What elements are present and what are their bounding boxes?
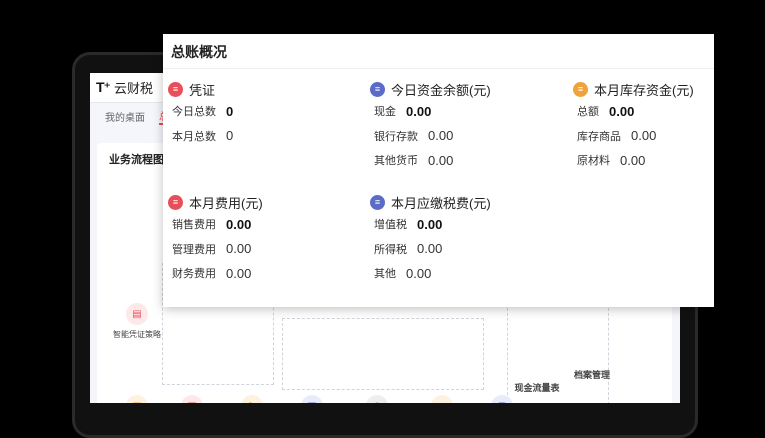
metric-label: 库存商品 bbox=[577, 130, 621, 143]
metric-label: 原材料 bbox=[577, 155, 610, 168]
overview-section: ≡ 今日资金余额(元) 现金 0.00 银行存款 0.00 其他货币 0.00 bbox=[370, 79, 560, 173]
metric-value: 0.00 bbox=[226, 265, 252, 281]
metric-row: 管理费用 0.00 bbox=[168, 237, 358, 262]
flow-node-label: 现金流量表 bbox=[514, 383, 560, 393]
metric-value: 0.00 bbox=[428, 152, 454, 168]
metric-row: 本月总数 0 bbox=[168, 124, 358, 149]
metric-value: 0.00 bbox=[406, 103, 432, 119]
metric-value: 0.00 bbox=[226, 216, 252, 232]
flow-node[interactable]: ◈期间损益结转 bbox=[412, 395, 472, 403]
section-header: ≡ 本月库存资金(元) bbox=[573, 79, 763, 99]
metric-value: 0.00 bbox=[609, 103, 635, 119]
flow-node[interactable]: 现金流量表 bbox=[507, 381, 567, 394]
tab-my-desktop[interactable]: 我的桌面 bbox=[105, 109, 145, 124]
section-header: ≡ 本月应缴税费(元) bbox=[370, 192, 560, 212]
metric-label: 本月总数 bbox=[172, 130, 216, 143]
flow-node-icon: ▣ bbox=[301, 395, 323, 403]
metric-row: 银行存款 0.00 bbox=[370, 124, 560, 149]
metric-label: 所得税 bbox=[374, 243, 407, 256]
flow-node-label: 智能凭证策略 bbox=[113, 330, 161, 339]
metric-label: 今日总数 bbox=[172, 106, 216, 119]
metric-value: 0.00 bbox=[226, 241, 252, 257]
overview-section: ≡ 本月应缴税费(元) 增值税 0.00 所得税 0.00 其他 0.00 bbox=[370, 192, 560, 286]
list-icon: ≡ bbox=[168, 194, 183, 210]
metric-row: 财务费用 0.00 bbox=[168, 261, 358, 286]
metric-label: 总额 bbox=[577, 106, 599, 119]
metric-value: 0.00 bbox=[406, 265, 432, 281]
flow-node-icon: ▤ bbox=[126, 303, 148, 325]
flow-node[interactable]: 档案管理 bbox=[562, 368, 622, 381]
metric-row: 今日总数 0 bbox=[168, 99, 358, 124]
list-icon: ≡ bbox=[370, 194, 385, 210]
app-name: 云财税 bbox=[113, 81, 153, 96]
metric-label: 管理费用 bbox=[172, 243, 216, 256]
metric-row: 现金 0.00 bbox=[370, 99, 560, 124]
section-title: 本月应缴税费(元) bbox=[391, 195, 491, 211]
ledger-overview-panel: 总账概况 ≡ 凭证今日总数 0 本月总数 0 ≡ 今日资金余额(元) 现金 0.00 银行存款 0.… bbox=[163, 34, 714, 307]
metric-row: 所得税 0.00 bbox=[370, 237, 560, 262]
app-logo: T⁺ bbox=[96, 79, 111, 95]
overview-section: ≡ 凭证今日总数 0 本月总数 0 bbox=[168, 79, 358, 148]
flow-node-icon: ▥ bbox=[126, 395, 148, 403]
flow-node[interactable]: ▣往来核销 bbox=[282, 395, 342, 403]
list-icon: ≡ bbox=[168, 81, 183, 97]
metric-value: 0.00 bbox=[417, 241, 443, 257]
metric-label: 其他货币 bbox=[374, 155, 418, 168]
metric-row: 其他货币 0.00 bbox=[370, 148, 560, 173]
metric-value: 0.00 bbox=[417, 216, 443, 232]
section-header: ≡ 本月费用(元) bbox=[168, 192, 358, 212]
flow-node-icon: ◎ bbox=[366, 395, 388, 403]
metric-value: 0.00 bbox=[631, 128, 657, 144]
section-title: 凭证 bbox=[189, 82, 216, 98]
metric-label: 其他 bbox=[374, 268, 396, 281]
flow-node-icon: ✎ bbox=[241, 395, 263, 403]
section-header: ≡ 凭证 bbox=[168, 79, 358, 99]
metric-value: 0.00 bbox=[620, 152, 646, 168]
metric-row: 库存商品 0.00 bbox=[573, 124, 763, 149]
metric-value: 0 bbox=[226, 128, 234, 144]
metric-value: 0.00 bbox=[428, 128, 454, 144]
section-title: 本月库存资金(元) bbox=[594, 82, 694, 98]
flow-node-icon: ◈ bbox=[431, 395, 453, 403]
flow-node[interactable]: ◎汇兑损益结转 bbox=[347, 395, 407, 403]
flow-node-icon: ▦ bbox=[181, 395, 203, 403]
metric-row: 增值税 0.00 bbox=[370, 212, 560, 237]
metric-row: 原材料 0.00 bbox=[573, 148, 763, 173]
metric-label: 增值税 bbox=[374, 219, 407, 232]
flow-node[interactable]: ▦单据生凭证 bbox=[162, 395, 222, 403]
metric-label: 财务费用 bbox=[172, 268, 216, 281]
panel-title: 总账概况 bbox=[171, 44, 227, 60]
section-header: ≡ 今日资金余额(元) bbox=[370, 79, 560, 99]
metric-row: 销售费用 0.00 bbox=[168, 212, 358, 237]
overview-section: ≡ 本月库存资金(元) 总额 0.00 库存商品 0.00 原材料 0.00 bbox=[573, 79, 763, 173]
section-title: 本月费用(元) bbox=[189, 195, 263, 211]
metric-label: 银行存款 bbox=[374, 130, 418, 143]
flow-group-box bbox=[282, 318, 484, 390]
metric-value: 0 bbox=[226, 103, 234, 119]
flow-node[interactable]: ▤ 智能凭证策略 bbox=[107, 303, 167, 340]
metric-label: 现金 bbox=[374, 106, 396, 119]
flow-chart-title: 业务流程图 bbox=[109, 154, 164, 166]
list-icon: ≡ bbox=[573, 81, 588, 97]
metric-row: 其他 0.00 bbox=[370, 261, 560, 286]
list-icon: ≡ bbox=[370, 81, 385, 97]
panel-divider bbox=[163, 68, 714, 69]
flow-node-label: 档案管理 bbox=[573, 370, 610, 380]
metric-row: 总额 0.00 bbox=[573, 99, 763, 124]
flow-node[interactable]: ✎出纳签字 bbox=[222, 395, 282, 403]
section-title: 今日资金余额(元) bbox=[391, 82, 491, 98]
flow-node[interactable]: ▥数据智能检查 bbox=[107, 395, 167, 403]
overview-section: ≡ 本月费用(元) 销售费用 0.00 管理费用 0.00 财务费用 0.00 bbox=[168, 192, 358, 286]
flow-node-icon: ▢ bbox=[491, 395, 513, 403]
flow-node[interactable]: ▢财务结账 bbox=[472, 395, 532, 403]
metric-label: 销售费用 bbox=[172, 219, 216, 232]
